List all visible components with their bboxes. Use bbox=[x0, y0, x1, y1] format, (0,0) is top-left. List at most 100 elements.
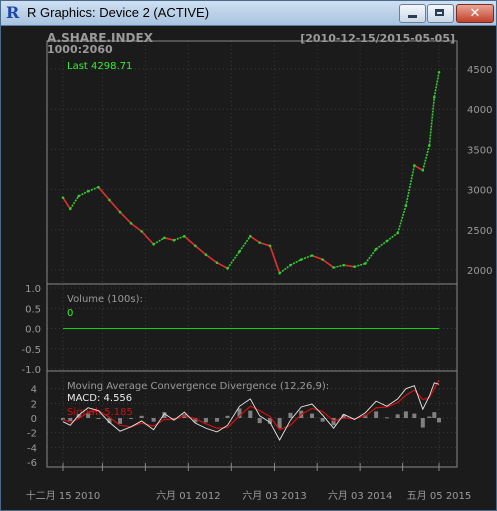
title-bar[interactable]: R R Graphics: Device 2 (ACTIVE) ✕ bbox=[1, 1, 496, 26]
macd-title: Moving Average Convergence Divergence (1… bbox=[67, 381, 329, 392]
price-tick-label: 2500 bbox=[467, 226, 492, 237]
price-point bbox=[332, 266, 335, 269]
macd-tick-label: -2 bbox=[27, 429, 37, 440]
price-tick-label: 3000 bbox=[467, 186, 492, 197]
r-logo-icon: R bbox=[6, 3, 20, 22]
price-point bbox=[172, 238, 176, 242]
price-point bbox=[183, 234, 186, 238]
macd-tick-label: -6 bbox=[27, 458, 37, 469]
volume-value: 0 bbox=[67, 308, 73, 319]
price-tick-label: 4500 bbox=[467, 65, 492, 76]
histogram-bar bbox=[225, 415, 230, 418]
price-point bbox=[194, 244, 197, 248]
histogram-bar bbox=[412, 413, 417, 418]
price-point bbox=[289, 263, 292, 267]
x-tick-label: 六月 03 2014 bbox=[328, 490, 393, 502]
price-point bbox=[404, 204, 408, 207]
price-point bbox=[413, 164, 416, 167]
price-point bbox=[163, 236, 166, 240]
x-tick-label: 十二月 15 2010 bbox=[26, 489, 101, 502]
price-point bbox=[374, 247, 378, 251]
price-point bbox=[248, 234, 252, 238]
macd-value-label: MACD: 4.556 bbox=[67, 393, 132, 404]
price-point bbox=[299, 258, 303, 261]
price-point bbox=[385, 239, 389, 243]
chart-canvas: A.SHARE.INDEX 1000:2060 [2010-12-15/2015… bbox=[1, 26, 496, 510]
price-point bbox=[258, 241, 261, 244]
price-tick-label: 4000 bbox=[467, 105, 492, 116]
price-point bbox=[396, 231, 399, 235]
macd-tick-label: -4 bbox=[27, 443, 37, 454]
minimize-icon bbox=[408, 15, 417, 18]
histogram-bar bbox=[68, 418, 73, 421]
histogram-bar bbox=[96, 418, 101, 419]
maximize-button[interactable] bbox=[427, 4, 454, 23]
macd-tick-label: 2 bbox=[31, 399, 37, 410]
price-tick-label: 3500 bbox=[467, 145, 492, 156]
histogram-bar bbox=[203, 418, 208, 423]
price-point bbox=[421, 169, 425, 172]
volume-tick-label: 0.0 bbox=[25, 325, 41, 336]
histogram-bar bbox=[248, 410, 253, 418]
price-point bbox=[97, 185, 100, 189]
price-point bbox=[226, 267, 229, 270]
close-icon: ✕ bbox=[469, 6, 481, 21]
volume-tick-label: -0.5 bbox=[21, 345, 41, 356]
histogram-bar bbox=[437, 418, 441, 423]
price-point bbox=[437, 70, 441, 74]
price-point bbox=[364, 262, 367, 265]
histogram-bar bbox=[257, 418, 262, 424]
histogram-bar bbox=[151, 418, 156, 422]
price-point bbox=[238, 250, 241, 253]
macd-tick-label: 0 bbox=[31, 414, 37, 425]
histogram-bar bbox=[403, 411, 408, 418]
price-point bbox=[108, 198, 111, 202]
histogram-bar bbox=[420, 418, 425, 428]
price-point bbox=[215, 261, 219, 265]
close-button[interactable]: ✕ bbox=[456, 4, 494, 23]
histogram-bar bbox=[395, 414, 400, 418]
price-point bbox=[77, 194, 81, 198]
histogram-bar bbox=[139, 415, 144, 418]
price-point bbox=[140, 230, 143, 233]
macd-tick-label: 4 bbox=[31, 385, 37, 396]
histogram-bar bbox=[427, 416, 432, 418]
histogram-bar bbox=[288, 412, 293, 418]
canvas-background bbox=[1, 26, 496, 510]
minimize-button[interactable] bbox=[399, 4, 426, 23]
volume-tick-label: -1.0 bbox=[21, 365, 41, 376]
graphics-window: R R Graphics: Device 2 (ACTIVE) ✕ A.SHAR… bbox=[0, 0, 497, 511]
volume-label: Volume (100s): bbox=[67, 294, 143, 305]
price-point bbox=[268, 244, 272, 248]
histogram-bar bbox=[214, 418, 219, 422]
price-point bbox=[129, 222, 133, 225]
histogram-bar bbox=[374, 411, 379, 418]
window-title: R Graphics: Device 2 (ACTIVE) bbox=[27, 5, 210, 20]
price-point bbox=[433, 95, 436, 99]
volume-tick-label: 1.0 bbox=[25, 284, 41, 295]
x-tick-label: 六月 01 2012 bbox=[156, 490, 221, 502]
price-point bbox=[68, 207, 72, 211]
price-point bbox=[342, 263, 346, 267]
x-tick-label: 五月 05 2015 bbox=[407, 490, 472, 502]
price-subtitle: 1000:2060 bbox=[47, 43, 113, 56]
price-point bbox=[61, 196, 65, 199]
histogram-bar bbox=[277, 418, 282, 429]
price-point bbox=[118, 210, 122, 214]
price-point bbox=[278, 271, 281, 275]
price-point bbox=[310, 254, 314, 257]
volume-tick-label: 0.5 bbox=[25, 304, 41, 315]
histogram-bar bbox=[384, 417, 389, 419]
price-point bbox=[353, 265, 356, 269]
histogram-bar bbox=[432, 412, 437, 418]
price-point bbox=[321, 258, 324, 261]
price-point bbox=[152, 242, 155, 246]
histogram-bar bbox=[129, 418, 134, 419]
price-tick-label: 2000 bbox=[467, 266, 492, 277]
histogram-bar bbox=[86, 413, 91, 418]
price-point bbox=[86, 189, 90, 193]
maximize-icon bbox=[435, 9, 444, 16]
histogram-bar bbox=[118, 418, 123, 424]
last-price-label: Last 4298.71 bbox=[67, 61, 132, 72]
date-range: [2010-12-15/2015-05-05] bbox=[300, 32, 455, 45]
